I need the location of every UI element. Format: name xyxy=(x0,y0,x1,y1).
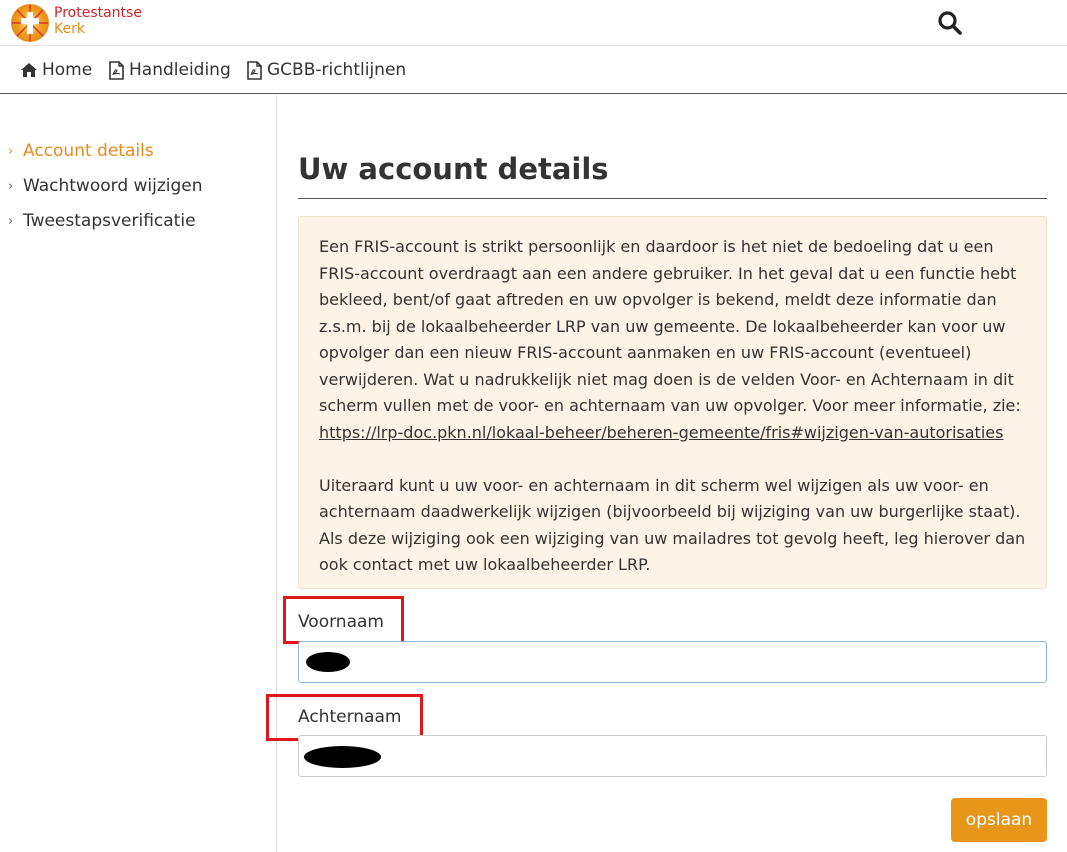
notice-link[interactable]: https://lrp-doc.pkn.nl/lokaal-beheer/beh… xyxy=(319,423,1003,442)
first-name-label: Voornaam xyxy=(298,612,384,632)
notice-paragraph-1: Een FRIS-account is strikt persoonlijk e… xyxy=(319,234,1026,446)
nav-handleiding-label: Handleiding xyxy=(129,60,231,80)
logo-line-1: Protestantse xyxy=(54,5,142,21)
nav-gcbb-richtlijnen[interactable]: GCBB-richtlijnen xyxy=(246,59,406,81)
search-icon[interactable] xyxy=(937,10,963,36)
save-button[interactable]: opslaan xyxy=(951,798,1047,842)
nav-gcbb-label: GCBB-richtlijnen xyxy=(267,60,407,80)
sidebar-item-tweestapsverificatie[interactable]: › Tweestapsverificatie xyxy=(8,210,196,232)
notice-paragraph-1-text: Een FRIS-account is strikt persoonlijk e… xyxy=(319,237,1021,415)
nav-home[interactable]: Home xyxy=(20,59,92,81)
pdf-file-icon xyxy=(247,60,262,80)
nav-home-label: Home xyxy=(42,60,93,80)
logo-wordmark[interactable]: Protestantse Kerk xyxy=(54,5,142,37)
last-name-input[interactable] xyxy=(299,736,1046,776)
redaction-mark xyxy=(306,652,350,672)
page-title: Uw account details xyxy=(298,152,609,186)
last-name-label: Achternaam xyxy=(298,707,402,727)
sidebar-item-wachtwoord-wijzigen[interactable]: › Wachtwoord wijzigen xyxy=(8,175,203,197)
first-name-field[interactable] xyxy=(298,641,1047,683)
info-notice: Een FRIS-account is strikt persoonlijk e… xyxy=(298,216,1047,589)
top-header: Protestantse Kerk xyxy=(0,0,1067,46)
first-name-input[interactable] xyxy=(299,642,1046,682)
chevron-right-icon: › xyxy=(8,178,14,194)
title-divider xyxy=(298,198,1047,199)
redaction-mark xyxy=(304,746,381,768)
home-icon xyxy=(21,63,37,77)
notice-spacer xyxy=(319,446,1026,473)
sidebar: › Account details › Wachtwoord wijzigen … xyxy=(0,95,277,852)
sidebar-item-label: Tweestapsverificatie xyxy=(23,211,196,231)
notice-paragraph-2: Uiteraard kunt u uw voor- en achternaam … xyxy=(319,475,1026,575)
sidebar-item-account-details[interactable]: › Account details xyxy=(8,140,154,162)
main-nav: Home Handleiding GCBB-richtlijnen xyxy=(0,46,1067,94)
sidebar-item-label: Account details xyxy=(23,141,154,161)
chevron-right-icon: › xyxy=(8,213,14,229)
last-name-field[interactable] xyxy=(298,735,1047,777)
sidebar-item-label: Wachtwoord wijzigen xyxy=(23,176,203,196)
nav-handleiding[interactable]: Handleiding xyxy=(108,59,231,81)
pdf-file-icon xyxy=(109,60,124,80)
logo-line-2: Kerk xyxy=(54,21,85,37)
protestantse-kerk-logo[interactable] xyxy=(10,3,50,43)
chevron-right-icon: › xyxy=(8,143,14,159)
